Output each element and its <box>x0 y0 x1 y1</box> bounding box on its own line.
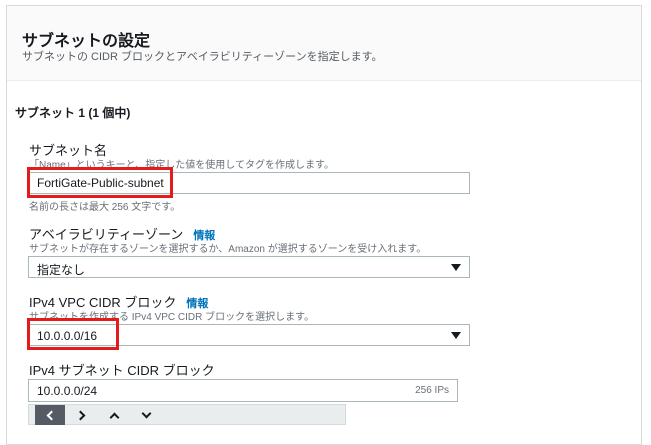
chevron-up-icon <box>109 412 119 422</box>
subnet-name-input[interactable] <box>28 172 470 194</box>
subnet-name-description: 「Name」というキーと、指定した値を使用してタグを作成します。 <box>29 160 334 171</box>
panel-header: サブネットの設定 サブネットの CIDR ブロックとアベイラビリティーゾーンを指… <box>7 6 641 81</box>
availability-zone-selected-value: 指定なし <box>37 263 86 277</box>
chevron-left-icon <box>46 410 57 420</box>
subnet-cidr-ip-count: 256 IPs <box>415 385 449 396</box>
chevron-up-button[interactable] <box>99 405 129 425</box>
subnet-cidr-input[interactable]: 10.0.0.0/24 256 IPs <box>28 379 458 402</box>
availability-zone-description: サブネットが存在するゾーンを選択するか、Amazon が選択するゾーンを受け入れ… <box>29 244 427 255</box>
chevron-down-icon <box>141 408 151 419</box>
availability-zone-select[interactable]: 指定なし <box>28 256 470 278</box>
vpc-cidr-selected-value: 10.0.0.0/16 <box>37 329 98 343</box>
chevron-right-button[interactable] <box>67 405 97 425</box>
page-description: サブネットの CIDR ブロックとアベイラビリティーゾーンを指定します。 <box>22 51 383 63</box>
vpc-cidr-select[interactable]: 10.0.0.0/16 <box>28 324 470 346</box>
subnet-cidr-label: IPv4 サブネット CIDR ブロック <box>29 363 215 378</box>
caret-down-icon <box>451 264 461 271</box>
subnet-cidr-value: 10.0.0.0/24 <box>37 384 98 398</box>
subnet-section-title: サブネット 1 (1 個中) <box>15 106 131 120</box>
caret-down-icon <box>451 332 461 339</box>
chevron-right-icon <box>75 410 86 420</box>
vpc-cidr-description: サブネットを作成する IPv4 VPC CIDR ブロックを選択します。 <box>29 312 315 323</box>
cidr-stepper <box>28 404 346 425</box>
subnet-name-hint: 名前の長さは最大 256 文字です。 <box>29 202 181 213</box>
chevron-left-button[interactable] <box>35 405 65 425</box>
chevron-down-button[interactable] <box>131 405 161 425</box>
